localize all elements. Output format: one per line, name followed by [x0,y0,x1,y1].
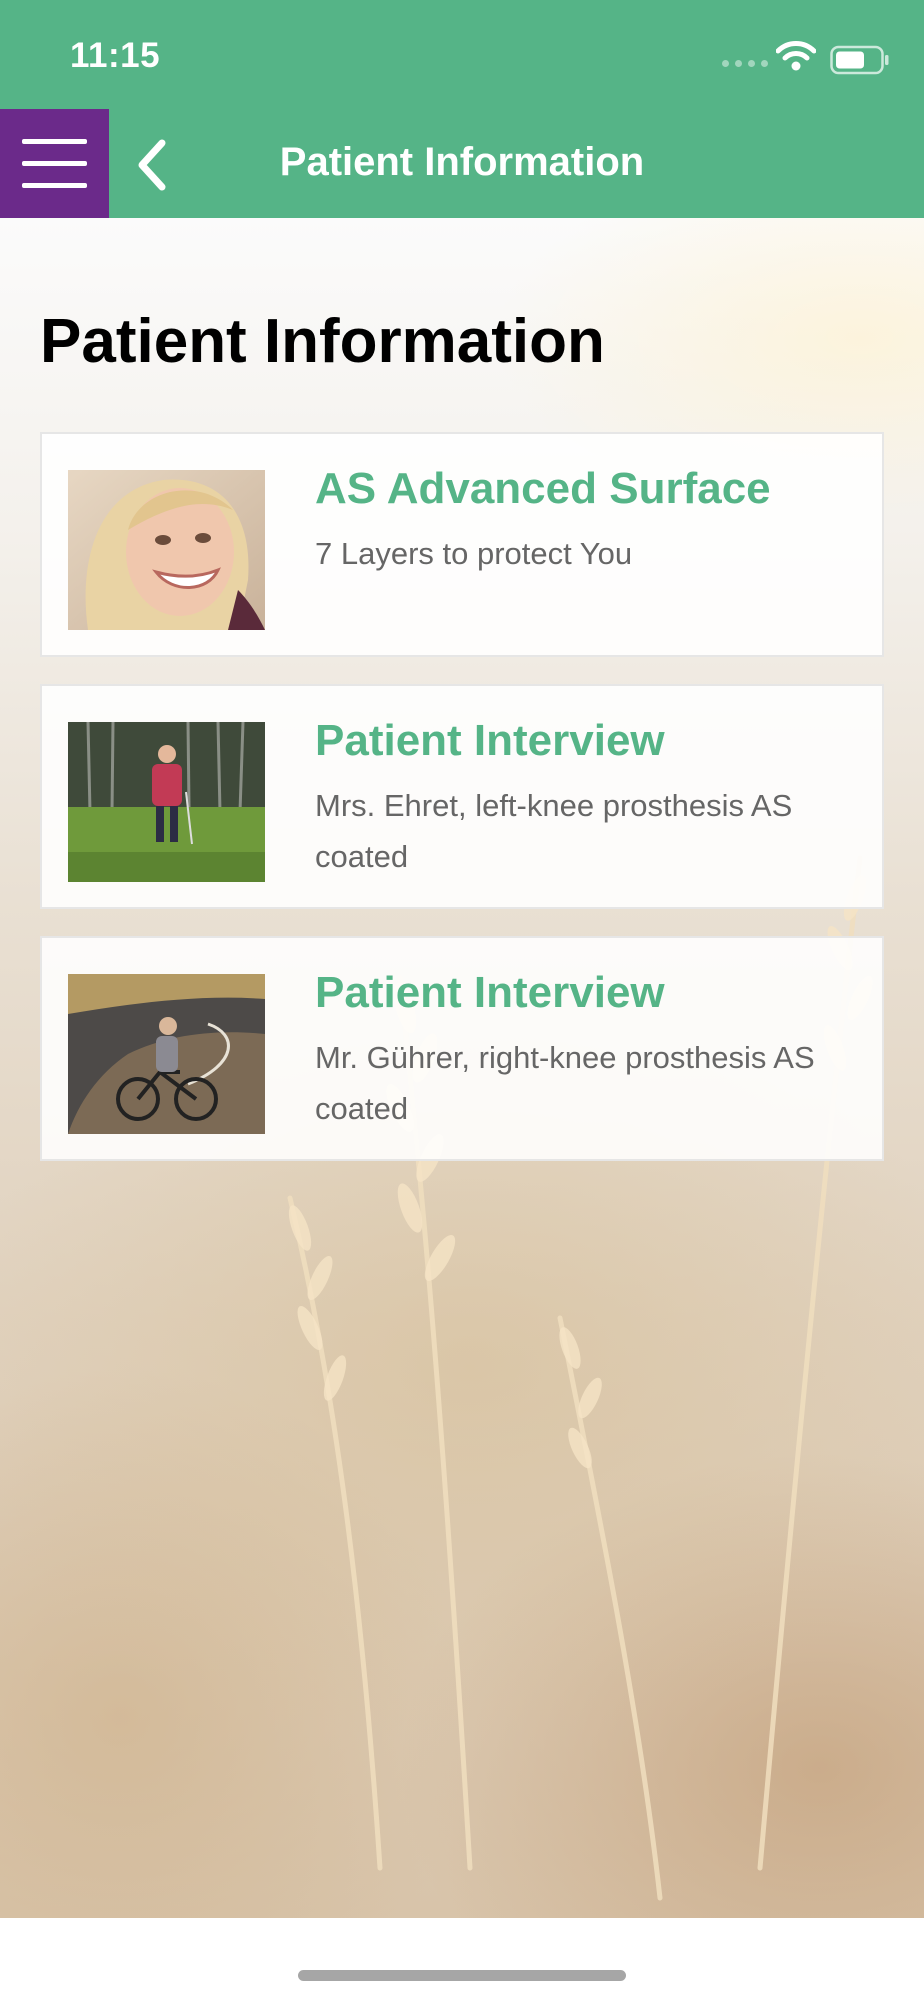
man-cycling-thumbnail [68,974,265,1134]
card-as-advanced-surface[interactable]: AS Advanced Surface 7 Layers to protect … [40,432,884,657]
battery-icon [830,45,889,75]
card-patient-interview-guehrer[interactable]: Patient Interview Mr. Gührer, right-knee… [40,936,884,1161]
smiling-woman-thumbnail [68,470,265,630]
home-indicator[interactable] [298,1970,626,1981]
card-title: Patient Interview [315,716,665,765]
card-subtitle: Mr. Gührer, right-knee prosthesis AS coa… [315,1040,815,1126]
page-title: Patient Information [40,307,605,376]
wifi-icon [776,41,816,71]
app-header: 11:15 Patient Information [0,0,924,218]
cellular-signal-icon [722,60,768,67]
card-subtitle: Mrs. Ehret, left-knee prosthesis AS coat… [315,788,793,874]
header-title: Patient Information [279,140,645,184]
card-list: AS Advanced Surface 7 Layers to protect … [40,432,884,1188]
card-patient-interview-ehret[interactable]: Patient Interview Mrs. Ehret, left-knee … [40,684,884,909]
home-indicator-area [0,1918,924,2000]
card-subtitle: 7 Layers to protect You [315,536,633,571]
status-time: 11:15 [70,36,161,75]
woman-walking-thumbnail [68,722,265,882]
card-title: AS Advanced Surface [315,464,771,513]
card-title: Patient Interview [315,968,665,1017]
